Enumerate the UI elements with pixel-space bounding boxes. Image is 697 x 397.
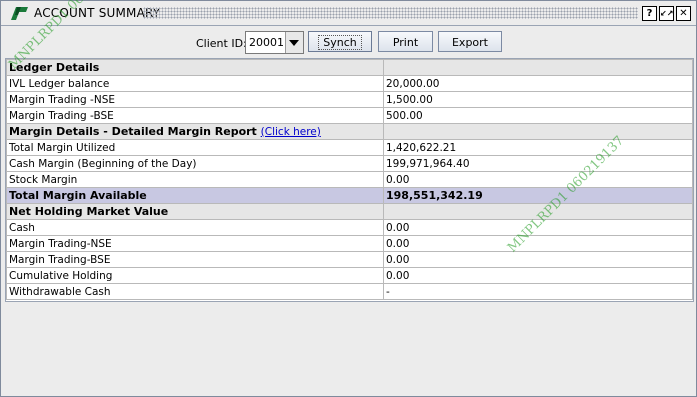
table-row-label: Stock Margin <box>9 173 78 186</box>
title-bar[interactable]: ACCOUNT SUMMARY ? ↙↗ ✕ <box>1 1 696 26</box>
table-row-value-cell: 0.00 <box>383 267 693 284</box>
table-row: IVL Ledger balance 20,000.00 <box>6 75 693 92</box>
section-ledger-details-label: Ledger Details <box>9 60 100 74</box>
table-row-label-cell: IVL Ledger balance <box>6 75 384 92</box>
table-row-value: - <box>386 285 390 298</box>
table-row-label: Total Margin Utilized <box>9 141 116 154</box>
table-row-label: Margin Trading-BSE <box>9 253 111 266</box>
total-margin-available-row: Total Margin Available 198,551,342.19 <box>6 187 693 204</box>
table-row: Withdrawable Cash - <box>6 283 693 300</box>
synch-button-label: Synch <box>318 35 362 50</box>
table-row-label: Margin Trading -BSE <box>9 109 114 122</box>
table-row-label-cell: Withdrawable Cash <box>6 283 384 300</box>
export-button[interactable]: Export <box>438 31 502 52</box>
table-row-label-cell: Margin Trading-BSE <box>6 251 384 268</box>
table-row-value: 199,971,964.40 <box>386 157 470 170</box>
table-row-label: Cumulative Holding <box>9 269 113 282</box>
section-ledger-details-label-cell: Ledger Details <box>6 59 384 76</box>
table-row-value-cell: 20,000.00 <box>383 75 693 92</box>
table-row-label: Margin Trading -NSE <box>9 93 116 106</box>
table-row: Total Margin Utilized 1,420,622.21 <box>6 139 693 156</box>
section-net-holding-label-cell: Net Holding Market Value <box>6 203 384 220</box>
table-row-value: 0.00 <box>386 269 410 282</box>
table-row-label-cell: Cumulative Holding <box>6 267 384 284</box>
section-ledger-details-value-cell <box>383 59 693 76</box>
section-margin-details: Margin Details - Detailed Margin Report … <box>6 123 693 140</box>
print-button[interactable]: Print <box>378 31 433 52</box>
table-row: Cash 0.00 <box>6 219 693 236</box>
section-margin-details-label: Margin Details - Detailed Margin Report <box>9 124 257 138</box>
synch-button[interactable]: Synch <box>308 31 372 52</box>
table-row: Cumulative Holding 0.00 <box>6 267 693 284</box>
table-row-value: 0.00 <box>386 237 410 250</box>
chevron-down-icon[interactable] <box>285 32 303 53</box>
table-row-value-cell: 0.00 <box>383 171 693 188</box>
table-row-value-cell: 0.00 <box>383 235 693 252</box>
table-row-value-cell: 199,971,964.40 <box>383 155 693 172</box>
table-row-value-cell: - <box>383 283 693 300</box>
trading-logo-icon <box>11 7 28 20</box>
close-button[interactable]: ✕ <box>676 6 691 21</box>
table-row: Stock Margin 0.00 <box>6 171 693 188</box>
section-net-holding-value-cell <box>383 203 693 220</box>
account-summary-window: ACCOUNT SUMMARY ? ↙↗ ✕ Client ID: 20001 … <box>0 0 697 397</box>
table-row-label: Cash Margin (Beginning of the Day) <box>9 157 197 170</box>
table-row-label-cell: Margin Trading -BSE <box>6 107 384 124</box>
window-title: ACCOUNT SUMMARY <box>34 6 161 20</box>
table-row-value: 20,000.00 <box>386 77 440 90</box>
section-margin-details-value-cell <box>383 123 693 140</box>
client-id-select[interactable]: 20001 <box>245 31 304 54</box>
section-margin-details-label-cell: Margin Details - Detailed Margin Report … <box>6 123 384 140</box>
table-row-label: Withdrawable Cash <box>9 285 111 298</box>
account-summary-table: Ledger Details IVL Ledger balance 20,000.0… <box>5 58 694 302</box>
toolbar: Client ID: 20001 Synch Print Export <box>1 26 696 59</box>
title-bar-grip <box>143 7 638 19</box>
table-row-label: Margin Trading-NSE <box>9 237 112 250</box>
table-row: Margin Trading -BSE 500.00 <box>6 107 693 124</box>
table-row-label-cell: Stock Margin <box>6 171 384 188</box>
table-row-label-cell: Cash <box>6 219 384 236</box>
table-row: Margin Trading-NSE 0.00 <box>6 235 693 252</box>
table-row-value: 1,500.00 <box>386 93 433 106</box>
section-ledger-details: Ledger Details <box>6 59 693 76</box>
table-row-value-cell: 1,500.00 <box>383 91 693 108</box>
table-row-value-cell: 1,420,622.21 <box>383 139 693 156</box>
table-row-value: 0.00 <box>386 253 410 266</box>
table-row-value-cell: 0.00 <box>383 219 693 236</box>
table-row-value: 0.00 <box>386 173 410 186</box>
table-row: Margin Trading-BSE 0.00 <box>6 251 693 268</box>
table-row: Cash Margin (Beginning of the Day) 199,97… <box>6 155 693 172</box>
client-id-value: 20001 <box>249 36 284 49</box>
client-id-label: Client ID: <box>196 37 247 50</box>
table-row: Margin Trading -NSE 1,500.00 <box>6 91 693 108</box>
total-margin-available-row-value-cell: 198,551,342.19 <box>383 187 693 204</box>
table-row-label-cell: Margin Trading -NSE <box>6 91 384 108</box>
table-row-value: 1,420,622.21 <box>386 141 457 154</box>
restore-button[interactable]: ↙↗ <box>659 6 674 21</box>
table-row-value: 0.00 <box>386 221 410 234</box>
table-row-label: IVL Ledger balance <box>9 77 110 90</box>
table-row-label-cell: Margin Trading-NSE <box>6 235 384 252</box>
table-row-value-cell: 500.00 <box>383 107 693 124</box>
total-margin-available-row-value: 198,551,342.19 <box>386 188 483 202</box>
table-row-value: 500.00 <box>386 109 423 122</box>
table-row-label-cell: Cash Margin (Beginning of the Day) <box>6 155 384 172</box>
table-row-label: Cash <box>9 221 35 234</box>
help-button[interactable]: ? <box>642 6 657 21</box>
total-margin-available-row-label-cell: Total Margin Available <box>6 187 384 204</box>
section-net-holding: Net Holding Market Value <box>6 203 693 220</box>
table-row-value-cell: 0.00 <box>383 251 693 268</box>
total-margin-available-row-label: Total Margin Available <box>9 188 147 202</box>
detailed-margin-report-link[interactable]: (Click here) <box>261 126 321 138</box>
table-row-label-cell: Total Margin Utilized <box>6 139 384 156</box>
section-net-holding-label: Net Holding Market Value <box>9 204 169 218</box>
